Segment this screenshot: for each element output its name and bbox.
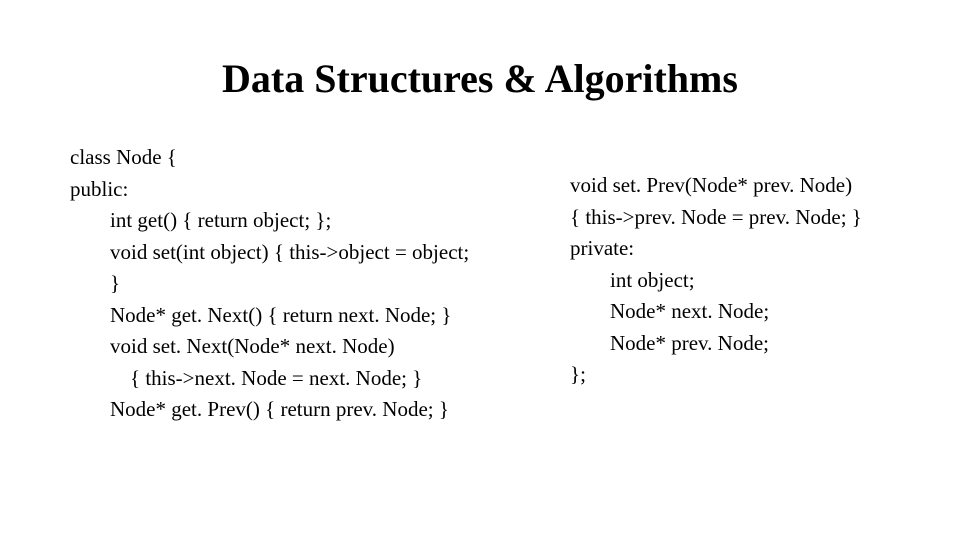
- code-line: }: [70, 268, 540, 300]
- code-line: Node* prev. Node;: [570, 328, 890, 360]
- code-column-left: class Node { public: int get() { return …: [70, 142, 540, 426]
- content-columns: class Node { public: int get() { return …: [70, 142, 890, 426]
- slide-title: Data Structures & Algorithms: [70, 55, 890, 102]
- code-line: void set. Next(Node* next. Node): [70, 331, 540, 363]
- slide: Data Structures & Algorithms class Node …: [0, 0, 960, 540]
- code-line: };: [570, 359, 890, 391]
- code-line: class Node {: [70, 142, 540, 174]
- code-line: void set. Prev(Node* prev. Node): [570, 170, 890, 202]
- code-line: private:: [570, 233, 890, 265]
- code-line: Node* next. Node;: [570, 296, 890, 328]
- code-line: int object;: [570, 265, 890, 297]
- code-column-right: void set. Prev(Node* prev. Node) { this-…: [570, 142, 890, 426]
- code-line: { this->next. Node = next. Node; }: [70, 363, 540, 395]
- code-line: void set(int object) { this->object = ob…: [70, 237, 540, 269]
- code-line: int get() { return object; };: [70, 205, 540, 237]
- code-line: Node* get. Next() { return next. Node; }: [70, 300, 540, 332]
- code-line: Node* get. Prev() { return prev. Node; }: [70, 394, 540, 426]
- code-line: public:: [70, 174, 540, 206]
- code-line: { this->prev. Node = prev. Node; }: [570, 202, 890, 234]
